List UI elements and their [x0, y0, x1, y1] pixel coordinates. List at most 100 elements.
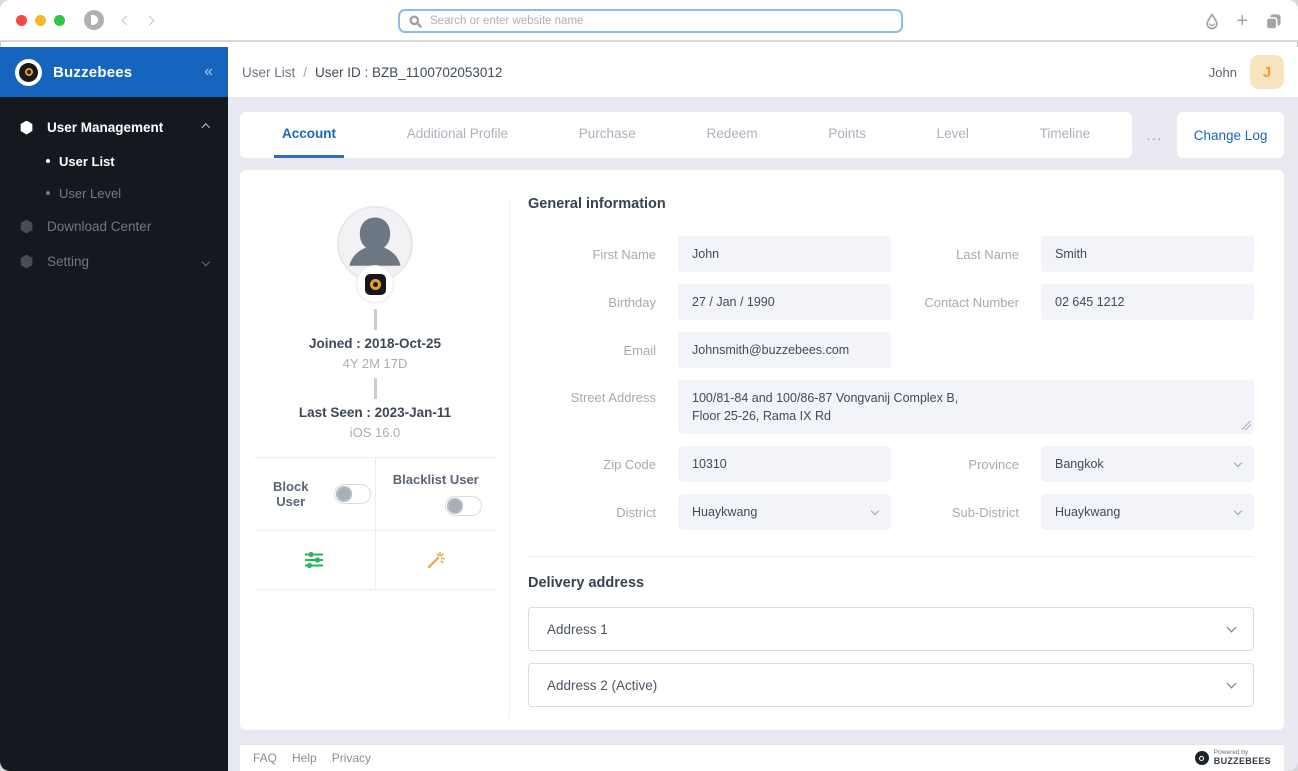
forward-icon[interactable]	[144, 15, 155, 25]
module-icon	[20, 219, 33, 234]
buzzebees-logo-icon	[15, 58, 42, 86]
sliders-icon	[305, 551, 324, 569]
last-name-field[interactable]	[1041, 236, 1254, 272]
avatar[interactable]: J	[1250, 55, 1284, 89]
address-2-accordion[interactable]: Address 2 (Active)	[528, 663, 1254, 707]
birthday-label: Birthday	[608, 294, 656, 310]
chevron-down-icon	[201, 257, 210, 266]
sidebar-item-user-management[interactable]: User Management	[0, 110, 228, 145]
tab-redeem[interactable]: Redeem	[699, 112, 766, 158]
email-field[interactable]	[678, 332, 891, 368]
bullet-icon	[46, 191, 50, 195]
browser-window: + Buzzebees « User Management	[0, 0, 1298, 771]
browser-chrome: +	[0, 0, 1298, 42]
tab-purchase[interactable]: Purchase	[571, 112, 644, 158]
sidebar-item-user-list[interactable]: User List	[0, 145, 228, 177]
birthday-field[interactable]	[678, 284, 891, 320]
timeline-connector	[373, 309, 377, 330]
breadcrumb: User List / User ID : BZB_1100702053012	[242, 64, 503, 80]
grant-action-button[interactable]	[374, 531, 497, 589]
bullet-icon	[46, 159, 50, 163]
contact-number-field[interactable]	[1041, 284, 1254, 320]
email-label: Email	[623, 342, 656, 358]
search-icon	[409, 14, 422, 28]
privacy-link[interactable]: Privacy	[332, 751, 371, 765]
tab-level[interactable]: Level	[929, 112, 977, 158]
chevron-up-icon	[201, 123, 210, 132]
back-icon[interactable]	[121, 15, 132, 25]
search-input[interactable]	[430, 15, 892, 27]
header-user[interactable]: John J	[1209, 55, 1284, 89]
content: Account Additional Profile Purchase Rede…	[228, 97, 1298, 771]
province-select[interactable]: Bangkok	[1041, 446, 1254, 482]
chevron-down-icon	[1226, 678, 1237, 688]
magic-wand-icon	[427, 551, 445, 569]
street-address-field[interactable]	[678, 380, 1254, 434]
collapse-sidebar-icon[interactable]: «	[204, 64, 213, 80]
last-seen-date: Last Seen : 2023-Jan-11	[298, 405, 452, 420]
sidebar-menu: User Management User List User Level Dow…	[0, 97, 228, 279]
address-bar[interactable]	[398, 9, 903, 33]
timeline-connector	[373, 378, 377, 399]
sub-district-select[interactable]: Huaykwang	[1041, 494, 1254, 530]
zip-code-field[interactable]	[678, 446, 891, 482]
block-user-toggle[interactable]	[333, 484, 371, 504]
breadcrumb-user-list[interactable]: User List	[242, 65, 295, 80]
district-select[interactable]: Huaykwang	[678, 494, 891, 530]
section-title: General information	[528, 196, 666, 212]
main-area: User List / User ID : BZB_1100702053012 …	[228, 47, 1298, 771]
joined-date: Joined : 2018-Oct-25	[308, 336, 442, 351]
sub-district-label: Sub-District	[951, 504, 1019, 520]
province-label: Province	[968, 456, 1019, 472]
sidebar: Buzzebees « User Management User List Us…	[0, 47, 228, 771]
tab-points[interactable]: Points	[820, 112, 874, 158]
close-window-icon[interactable]	[16, 14, 27, 26]
new-tab-icon[interactable]: +	[1236, 11, 1248, 31]
divider	[254, 589, 496, 590]
buzzebees-footer-logo-icon	[1194, 751, 1209, 765]
change-log-button[interactable]: Change Log	[1177, 112, 1284, 158]
chevron-down-icon	[1233, 458, 1243, 467]
filter-action-button[interactable]	[254, 531, 375, 589]
first-name-field[interactable]	[678, 236, 891, 272]
last-name-label: Last Name	[956, 246, 1019, 262]
tab-timeline[interactable]: Timeline	[1032, 112, 1099, 158]
minimize-window-icon[interactable]	[35, 14, 46, 26]
blacklist-user-control: Blacklist User	[374, 458, 497, 530]
water-drop-icon[interactable]	[1205, 12, 1219, 30]
district-label: District	[616, 504, 656, 520]
tab-bar: Account Additional Profile Purchase Rede…	[240, 112, 1284, 158]
tab-additional-profile[interactable]: Additional Profile	[399, 112, 516, 158]
account-card: Joined : 2018-Oct-25 4Y 2M 17D Last Seen…	[240, 170, 1284, 730]
faq-link[interactable]: FAQ	[253, 751, 277, 765]
profile-panel: Joined : 2018-Oct-25 4Y 2M 17D Last Seen…	[240, 170, 510, 730]
address-1-accordion[interactable]: Address 1	[528, 607, 1254, 651]
header-user-name: John	[1208, 64, 1237, 80]
joined-duration: 4Y 2M 17D	[342, 356, 408, 371]
window-controls[interactable]	[16, 14, 65, 26]
sidebar-item-user-level[interactable]: User Level	[0, 177, 228, 209]
blacklist-user-toggle[interactable]	[445, 496, 482, 516]
help-link[interactable]: Help	[292, 751, 317, 765]
contact-number-label: Contact Number	[924, 294, 1019, 310]
zoom-window-icon[interactable]	[54, 14, 65, 26]
section-title: Delivery address	[528, 575, 645, 591]
page-header: User List / User ID : BZB_1100702053012 …	[228, 47, 1298, 97]
first-name-label: First Name	[592, 246, 656, 262]
sidebar-item-download-center[interactable]: Download Center	[0, 209, 228, 244]
tab-switcher-icon[interactable]	[1265, 13, 1282, 30]
sidebar-header: Buzzebees «	[0, 47, 228, 97]
zip-code-label: Zip Code	[603, 456, 656, 472]
tabs-overflow-ellipsis[interactable]: ...	[1132, 112, 1177, 158]
module-icon	[20, 254, 33, 269]
site-icon	[84, 10, 104, 30]
block-user-control: Block User	[254, 458, 375, 530]
street-address-label: Street Address	[570, 390, 656, 405]
buzzebees-badge-icon	[357, 266, 393, 302]
chevron-down-icon	[870, 506, 880, 515]
sidebar-item-setting[interactable]: Setting	[0, 244, 228, 279]
module-icon	[20, 120, 33, 135]
tab-account[interactable]: Account	[274, 112, 344, 158]
powered-by: Powered by BUZZEBEES	[1194, 749, 1271, 767]
general-information-panel: General information First Name Last Name	[510, 170, 1284, 730]
